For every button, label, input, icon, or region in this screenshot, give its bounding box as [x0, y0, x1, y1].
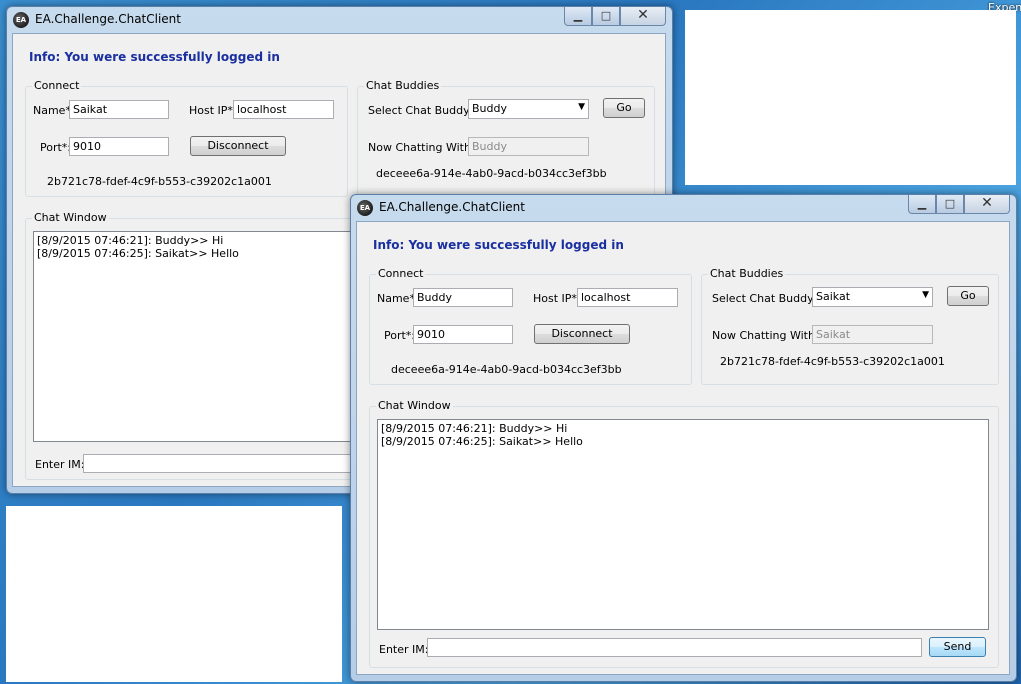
port-label: Port*:	[40, 141, 72, 154]
chevron-down-icon: ▼	[922, 290, 929, 300]
maximize-button[interactable]: □	[936, 195, 964, 214]
maximize-button[interactable]: □	[592, 7, 620, 26]
chat-line: [8/9/2015 07:46:21]: Buddy>> Hi	[381, 422, 568, 435]
client-area: Info: You were successfully logged in Co…	[356, 221, 1010, 675]
host-label: Host IP*:	[533, 292, 581, 305]
window-title: EA.Challenge.ChatClient	[35, 12, 181, 26]
app-icon: EA	[357, 200, 373, 216]
go-button[interactable]: Go	[603, 98, 645, 118]
chevron-down-icon: ▼	[578, 102, 585, 112]
chat-buddies-group-title: Chat Buddies	[708, 267, 786, 280]
select-buddy-label: Select Chat Buddy:	[368, 104, 473, 117]
chat-client-window-front: EA EA.Challenge.ChatClient ▁ □ ✕ Info: Y…	[350, 194, 1017, 682]
enter-im-field[interactable]	[427, 638, 922, 657]
go-button[interactable]: Go	[947, 286, 989, 306]
buddy-guid: 2b721c78-fdef-4c9f-b553-c39202c1a001	[720, 355, 945, 368]
now-chatting-label: Now Chatting With:	[712, 329, 819, 342]
minimize-button[interactable]: ▁	[908, 195, 936, 214]
connection-guid: deceee6a-914e-4ab0-9acd-b034cc3ef3bb	[391, 363, 622, 376]
select-buddy-value: Buddy	[472, 102, 507, 115]
host-field[interactable]: localhost	[577, 288, 678, 307]
name-field[interactable]: Buddy	[413, 288, 513, 307]
info-message: Info: You were successfully logged in	[29, 50, 280, 64]
chat-history[interactable]: [8/9/2015 07:46:21]: Buddy>> Hi [8/9/201…	[377, 419, 989, 630]
connect-group-title: Connect	[376, 267, 426, 280]
info-message: Info: You were successfully logged in	[373, 238, 624, 252]
now-chatting-label: Now Chatting With:	[368, 141, 475, 154]
title-bar[interactable]: EA EA.Challenge.ChatClient ▁ □ ✕	[351, 195, 1016, 221]
desktop-white-panel-bottom-left	[6, 506, 342, 682]
connection-guid: 2b721c78-fdef-4c9f-b553-c39202c1a001	[47, 175, 272, 188]
name-field[interactable]: Saikat	[69, 100, 169, 119]
host-field[interactable]: localhost	[233, 100, 334, 119]
desktop-white-panel-top-right	[685, 10, 1016, 185]
port-label: Port*:	[384, 329, 416, 342]
port-field[interactable]: 9010	[69, 137, 169, 156]
now-chatting-field: Buddy	[468, 137, 589, 156]
select-buddy-value: Saikat	[816, 290, 851, 303]
enter-im-label: Enter IM:	[35, 458, 85, 471]
chat-window-group-title: Chat Window	[32, 211, 109, 224]
now-chatting-field: Saikat	[812, 325, 933, 344]
close-button[interactable]: ✕	[620, 7, 666, 26]
select-buddy-dropdown[interactable]: Saikat ▼	[812, 287, 933, 307]
select-buddy-label: Select Chat Buddy:	[712, 292, 817, 305]
chat-buddies-group-title: Chat Buddies	[364, 79, 442, 92]
title-bar[interactable]: EA EA.Challenge.ChatClient ▁ □ ✕	[7, 7, 672, 33]
port-field[interactable]: 9010	[413, 325, 513, 344]
send-button[interactable]: Send	[929, 637, 986, 657]
buddy-guid: deceee6a-914e-4ab0-9acd-b034cc3ef3bb	[376, 167, 607, 180]
enter-im-label: Enter IM:	[379, 643, 429, 656]
host-label: Host IP*:	[189, 104, 237, 117]
close-button[interactable]: ✕	[964, 195, 1010, 214]
minimize-button[interactable]: ▁	[564, 7, 592, 26]
select-buddy-dropdown[interactable]: Buddy ▼	[468, 99, 589, 119]
app-icon: EA	[13, 12, 29, 28]
connect-group-title: Connect	[32, 79, 82, 92]
disconnect-button[interactable]: Disconnect	[190, 136, 286, 156]
window-title: EA.Challenge.ChatClient	[379, 200, 525, 214]
disconnect-button[interactable]: Disconnect	[534, 324, 630, 344]
chat-line: [8/9/2015 07:46:25]: Saikat>> Hello	[381, 435, 583, 448]
chat-window-group-title: Chat Window	[376, 399, 453, 412]
